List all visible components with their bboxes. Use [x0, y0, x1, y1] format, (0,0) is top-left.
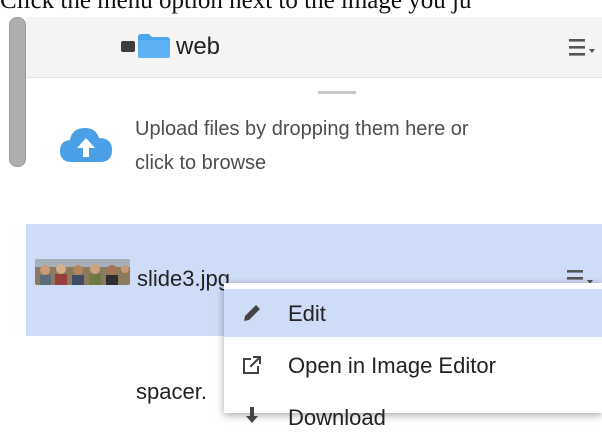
instruction-text: Click the menu option next to the image … — [0, 0, 472, 14]
cloud-upload-icon[interactable] — [58, 124, 114, 164]
scrollbar-thumb[interactable] — [9, 17, 26, 167]
upload-text-line-2: click to browse — [135, 152, 267, 174]
download-icon — [246, 407, 258, 423]
menu-item-open-in-image-editor[interactable]: Open in Image Editor — [224, 341, 602, 389]
file-thumbnail — [35, 259, 130, 285]
menu-label-download: Download — [288, 405, 386, 430]
menu-label-edit: Edit — [288, 301, 326, 326]
folder-name[interactable]: web — [176, 33, 220, 61]
menu-item-download[interactable]: Download — [224, 393, 602, 441]
folder-icon — [138, 34, 170, 58]
folder-menu-icon[interactable] — [569, 37, 597, 57]
menu-item-edit[interactable]: Edit — [224, 289, 602, 337]
file-name-next[interactable]: spacer. — [136, 379, 207, 405]
collapse-icon[interactable] — [121, 41, 135, 52]
context-menu: Edit Open in Image Editor Download — [224, 283, 602, 430]
upload-text-line-1: Upload files by dropping them here or — [135, 118, 469, 140]
external-link-icon — [243, 356, 261, 374]
folder-row[interactable] — [26, 17, 602, 78]
upload-instructions[interactable]: Upload files by dropping them here or cl… — [135, 112, 585, 180]
menu-label-open-in-image-editor: Open in Image Editor — [288, 353, 496, 378]
drag-grip[interactable] — [318, 91, 356, 94]
pencil-icon — [244, 305, 260, 321]
